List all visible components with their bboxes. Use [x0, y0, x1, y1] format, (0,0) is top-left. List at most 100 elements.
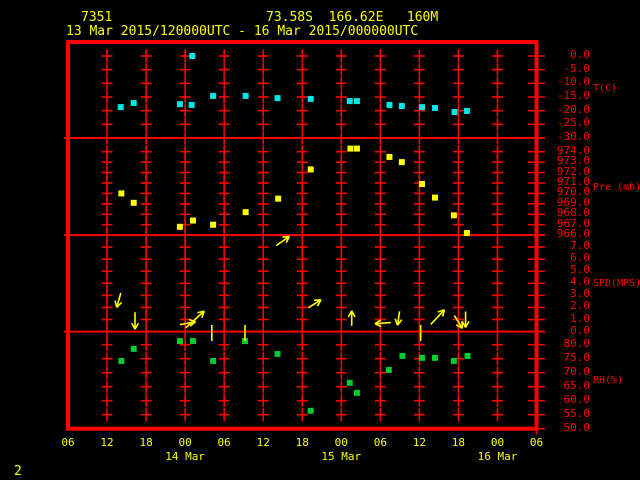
- xtick-hour: 06: [217, 436, 231, 449]
- ytick-humidity: 60.0: [563, 392, 591, 406]
- chart-canvas: [64, 40, 545, 435]
- ytick-temperature: -15.0: [556, 89, 590, 102]
- temperature-point: [242, 92, 249, 99]
- pressure-point: [353, 145, 360, 152]
- pressure-point: [418, 181, 425, 188]
- xtick-hour: 00: [178, 436, 192, 449]
- pressure-series: [118, 145, 470, 237]
- temperature-point: [418, 104, 425, 111]
- temperature-point: [431, 104, 438, 111]
- xtick-date: 15 Mar: [321, 450, 362, 463]
- humidity-point: [346, 379, 353, 386]
- humidity-point: [189, 338, 196, 345]
- humidity-point: [353, 389, 360, 396]
- pressure-point: [275, 195, 282, 202]
- pressure-point: [189, 217, 196, 224]
- xtick-date: 14 Mar: [165, 450, 205, 463]
- temperature-point: [130, 100, 137, 107]
- humidity-point: [385, 366, 392, 373]
- xtick-hour: 18: [451, 436, 466, 449]
- xtick-hour: 00: [490, 436, 505, 449]
- ytick-temperature: -30.0: [556, 130, 590, 143]
- ytick-humidity: 70.0: [563, 364, 591, 378]
- wind-arrow: [430, 309, 446, 325]
- ytick-temperature: 0.0: [570, 48, 590, 61]
- wind-arrow: [114, 292, 123, 308]
- xtick-hour: 00: [334, 436, 348, 449]
- pressure-point: [450, 212, 457, 219]
- temperature-point: [346, 98, 353, 105]
- temperature-point: [274, 95, 281, 102]
- temperature-point: [307, 95, 314, 102]
- temperature-point: [188, 101, 195, 108]
- humidity-point: [176, 338, 183, 345]
- pressure-point: [431, 194, 438, 201]
- temperature-point: [386, 101, 393, 108]
- temperature-point: [117, 104, 124, 111]
- humidity-point: [130, 345, 137, 352]
- axis-label-humidity: RH(%): [593, 375, 624, 386]
- temperature-point: [463, 107, 470, 114]
- station-location: 73.58S 166.62E 160M: [266, 10, 439, 25]
- ytick-humidity: 50.0: [563, 420, 591, 434]
- temperature-point: [189, 53, 196, 59]
- xtick-date: 16 Mar: [477, 450, 518, 463]
- xtick-hour: 18: [139, 436, 153, 449]
- wind-arrow: [347, 310, 356, 326]
- ytick-temperature: -5.0: [563, 61, 591, 75]
- pressure-point: [307, 166, 314, 173]
- meteogram-screen: 7351 73.58S 166.62E 160M 13 Mar 2015/120…: [0, 0, 640, 480]
- axis-label-pressure: Pre (mb): [593, 181, 640, 193]
- right-axis-ticks: [528, 50, 545, 435]
- pressure-point: [398, 159, 405, 166]
- ytick-humidity: 80.0: [563, 336, 591, 350]
- wind-arrow: [130, 312, 140, 330]
- ytick-humidity: 75.0: [563, 350, 591, 364]
- wind-arrow: [307, 299, 322, 309]
- wind-arrow: [374, 319, 391, 328]
- xtick-hour: 12: [100, 436, 114, 449]
- xtick-hour: 06: [61, 436, 75, 449]
- ytick-humidity: 55.0: [563, 406, 591, 420]
- humidity-point: [118, 357, 125, 364]
- humidity-point: [399, 352, 406, 359]
- xtick-hour: 12: [256, 436, 270, 449]
- pressure-point: [386, 153, 393, 160]
- pressure-point: [242, 209, 249, 216]
- page-number: 2: [14, 464, 22, 479]
- humidity-point: [307, 407, 314, 414]
- temperature-point: [398, 103, 405, 110]
- wind-series: [114, 235, 470, 341]
- humidity-point: [450, 357, 457, 364]
- ytick-humidity: 65.0: [563, 378, 591, 392]
- pressure-point: [347, 145, 354, 152]
- pressure-point: [210, 221, 217, 228]
- axis-label-temperature: T(C): [593, 83, 618, 94]
- humidity-point: [274, 350, 281, 357]
- wind-arrow: [275, 235, 290, 247]
- humidity-point: [431, 354, 438, 361]
- axis-label-wind_speed: SPD(MPS): [593, 278, 640, 289]
- pressure-point: [176, 223, 183, 230]
- ytick-wind_speed: 2.0: [570, 299, 590, 313]
- pressure-point: [463, 230, 470, 237]
- ytick-temperature: -25.0: [556, 116, 590, 130]
- ytick-temperature: -10.0: [556, 75, 590, 89]
- xtick-hour: 06: [529, 436, 544, 449]
- wind-arrow: [394, 311, 403, 326]
- ytick-temperature: -20.0: [556, 102, 590, 116]
- pressure-point: [118, 190, 125, 197]
- pressure-point: [130, 199, 137, 206]
- ytick-wind_speed: 1.0: [570, 311, 590, 325]
- temperature-point: [353, 98, 360, 105]
- xtick-hour: 06: [373, 436, 387, 449]
- xtick-hour: 12: [412, 436, 426, 449]
- temperature-point: [451, 109, 458, 116]
- temperature-point: [176, 101, 183, 108]
- humidity-point: [418, 354, 425, 361]
- humidity-point: [464, 352, 471, 359]
- humidity-point: [210, 357, 217, 364]
- station-id: 7351: [81, 10, 113, 25]
- time-range: 13 Mar 2015/120000UTC - 16 Mar 2015/0000…: [66, 24, 419, 39]
- humidity-series: [118, 338, 471, 414]
